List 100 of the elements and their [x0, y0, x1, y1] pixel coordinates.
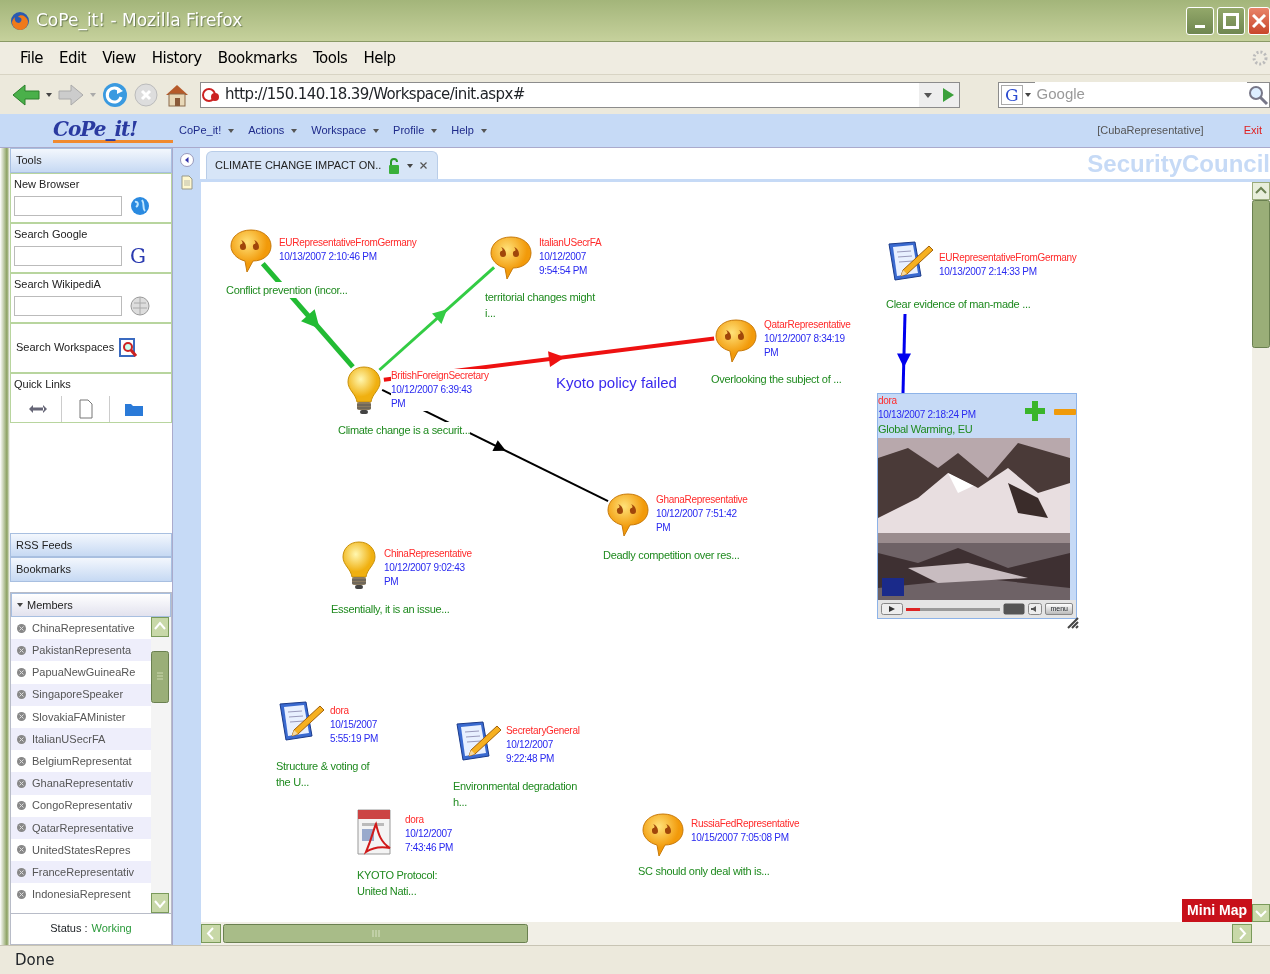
window-title: CoPe_it! - Mozilla Firefox: [36, 8, 243, 33]
caret-icon[interactable]: [407, 163, 414, 168]
offline-status-icon: [17, 867, 26, 877]
menu-item[interactable]: Help: [355, 46, 404, 70]
offline-status-icon: [17, 667, 26, 677]
panel-header[interactable]: Bookmarks: [10, 557, 172, 582]
member-item[interactable]: PapuaNewGuineaRe: [11, 661, 151, 684]
speech-bubble-icon[interactable]: [229, 228, 273, 274]
search-engine-button[interactable]: G: [1001, 84, 1023, 105]
scroll-right-button[interactable]: [1232, 922, 1252, 945]
search-field[interactable]: G Google: [998, 81, 1270, 108]
dropdown-caret-icon[interactable]: [1024, 92, 1031, 97]
author-name: EURepresentativeFromGermany: [279, 236, 417, 250]
menu-item[interactable]: History: [143, 46, 210, 70]
offline-status-icon: [17, 823, 26, 833]
globe-puzzle-icon[interactable]: [130, 296, 150, 316]
member-item[interactable]: SingaporeSpeaker: [11, 683, 151, 706]
connector-arrow[interactable]: [897, 313, 911, 394]
author-name: ChinaRepresentative: [384, 547, 472, 561]
panel-header[interactable]: Tools: [10, 148, 172, 173]
offline-status-icon: [17, 756, 26, 766]
author-name: GhanaRepresentative: [656, 493, 748, 507]
pdf-document-icon[interactable]: [356, 808, 392, 856]
speech-bubble-icon[interactable]: [606, 492, 650, 538]
search-document-icon[interactable]: [118, 337, 139, 358]
member-item[interactable]: GhanaRepresentativ: [11, 772, 151, 795]
member-item[interactable]: PakistanRepresenta: [11, 639, 151, 662]
member-item[interactable]: CongoRepresentativ: [11, 794, 151, 817]
maximize-button[interactable]: [1217, 6, 1245, 35]
menu-item[interactable]: Tools: [304, 46, 356, 70]
speech-bubble-icon[interactable]: [489, 235, 533, 281]
back-arrow-icon[interactable]: [12, 82, 40, 107]
scroll-up-button[interactable]: [1252, 182, 1270, 200]
mini-map-button[interactable]: Mini Map: [1182, 899, 1252, 922]
connector-label: Kyoto policy failed: [556, 373, 677, 393]
member-item[interactable]: IndonesiaRepresent: [11, 883, 151, 906]
close-icon[interactable]: [420, 162, 428, 169]
app-menu-item[interactable]: Help: [451, 122, 487, 139]
globe-icon[interactable]: [130, 196, 150, 216]
members-header[interactable]: Members: [11, 592, 171, 617]
section-label: Search Google: [14, 226, 89, 242]
reload-icon[interactable]: [102, 81, 128, 108]
light-bulb-icon[interactable]: [346, 365, 382, 415]
scroll-down-button[interactable]: [1252, 904, 1270, 922]
member-item[interactable]: UnitedStatesRepres: [11, 838, 151, 862]
scroll-left-button[interactable]: [201, 922, 221, 945]
app-menu-item[interactable]: Profile: [393, 122, 438, 139]
scrollbar-thumb[interactable]: [151, 651, 169, 703]
text-field[interactable]: [14, 196, 122, 216]
member-item[interactable]: ChinaRepresentative: [11, 617, 151, 640]
light-bulb-icon[interactable]: [341, 540, 377, 590]
app-menu-item[interactable]: CoPe_it!: [179, 122, 235, 139]
menu-item[interactable]: Bookmarks: [209, 46, 305, 70]
resize-arrows-icon[interactable]: [27, 403, 48, 415]
google-button[interactable]: G: [130, 246, 146, 266]
play-button[interactable]: [881, 603, 903, 615]
blank-page-icon[interactable]: [78, 399, 93, 419]
fullscreen-button[interactable]: [1003, 603, 1026, 615]
offline-status-icon: [17, 778, 26, 788]
app-menu-item[interactable]: Workspace: [311, 122, 380, 139]
speech-bubble-icon[interactable]: [714, 318, 758, 364]
app-menu-item[interactable]: Actions: [248, 122, 298, 139]
dropdown-caret-icon[interactable]: [919, 82, 937, 107]
menu-item[interactable]: File: [12, 46, 52, 70]
node-text[interactable]: Conflict prevention (incor...: [226, 282, 348, 298]
node-text[interactable]: Climate change is a securit...: [338, 422, 471, 438]
member-item[interactable]: FranceRepresentativ: [11, 861, 151, 884]
scrollbar-thumb[interactable]: [223, 922, 528, 945]
dropdown-caret-icon[interactable]: [46, 92, 52, 97]
section-label: New Browser: [14, 176, 81, 192]
address-bar[interactable]: http://150.140.18.39/Workspace/init.aspx#: [200, 81, 960, 108]
scroll-up-button[interactable]: [151, 617, 169, 637]
menu-item[interactable]: View: [94, 46, 144, 70]
status-text: Done: [15, 949, 55, 971]
video-title: Global Warming, EU: [878, 422, 974, 436]
logo: CoPe_it!: [53, 118, 173, 143]
scrollbar-thumb[interactable]: [1252, 200, 1270, 348]
member-item[interactable]: ItalianUSecrFA: [11, 727, 151, 751]
minimize-button[interactable]: [1186, 6, 1214, 35]
close-button[interactable]: [1248, 6, 1270, 35]
member-item[interactable]: QatarRepresentative: [11, 816, 151, 839]
folder-icon[interactable]: [124, 401, 144, 417]
workspace-tab[interactable]: CLIMATE CHANGE IMPACT ON..: [206, 151, 439, 179]
seek-track[interactable]: [906, 607, 1001, 611]
offline-status-icon: [17, 623, 26, 633]
menu-item[interactable]: Edit: [51, 46, 95, 70]
speech-bubble-icon[interactable]: [641, 812, 685, 858]
search-icon[interactable]: [1247, 83, 1269, 106]
resize-handle-icon[interactable]: [1067, 617, 1079, 629]
caret-icon: [291, 128, 298, 133]
member-item[interactable]: SlovakiaFAMinister: [11, 705, 151, 728]
text-field[interactable]: [14, 246, 122, 266]
offline-status-icon: [17, 801, 26, 811]
member-item[interactable]: BelgiumRepresentat: [11, 750, 151, 773]
volume-button[interactable]: [1028, 603, 1043, 615]
workspace-name: SecurityCouncil: [1087, 151, 1270, 176]
scroll-down-button[interactable]: [151, 892, 169, 913]
site-icon: [201, 86, 221, 103]
panel-header[interactable]: RSS Feeds: [10, 532, 172, 557]
text-field[interactable]: [14, 296, 122, 316]
